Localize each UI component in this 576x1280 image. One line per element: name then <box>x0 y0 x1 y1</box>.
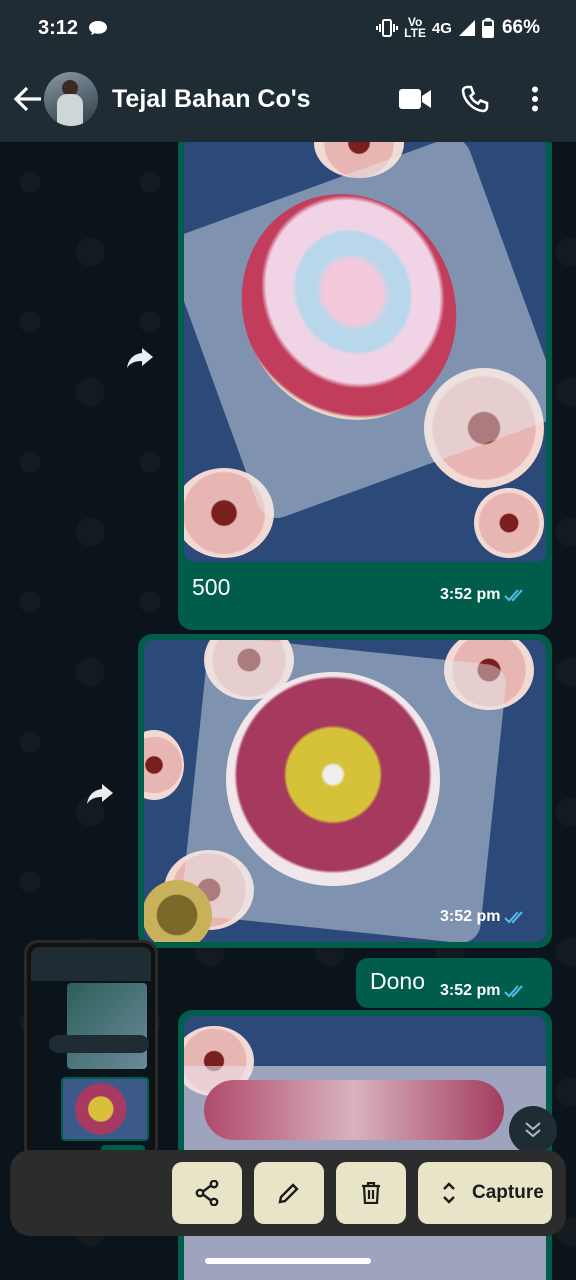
back-button[interactable] <box>8 79 48 119</box>
message-time: 3:52 pm <box>440 586 501 603</box>
vibrate-icon <box>376 19 399 37</box>
edit-button[interactable] <box>254 1162 324 1224</box>
expand-icon <box>443 1182 455 1204</box>
battery-icon <box>481 18 494 38</box>
volte-bottom-label: LTE <box>404 26 426 40</box>
chat-header: Tejal Bahan Co's <box>0 56 576 142</box>
status-time: 3:12 <box>38 16 79 39</box>
edit-icon <box>278 1183 299 1204</box>
forward-button[interactable] <box>80 774 120 814</box>
message-meta: 3:52 pm <box>440 586 528 604</box>
forward-icon <box>127 348 153 368</box>
home-indicator[interactable] <box>205 1258 371 1264</box>
message-image[interactable] <box>184 142 546 562</box>
video-call-icon <box>399 89 431 109</box>
share-icon <box>195 1180 219 1206</box>
message-bubble[interactable]: 500 3:52 pm <box>178 142 552 630</box>
share-button[interactable] <box>172 1162 242 1224</box>
contact-avatar[interactable] <box>44 72 98 126</box>
video-call-button[interactable] <box>392 76 438 122</box>
message-bubble[interactable]: Dono 3:52 pm <box>356 958 552 1008</box>
status-bar: 3:12 Vo LTE 4G 66% <box>0 0 576 56</box>
voice-call-icon <box>461 85 489 113</box>
forward-button[interactable] <box>120 338 160 378</box>
screen: 3:12 Vo LTE 4G 66% Tejal Bahan Co's 500 … <box>0 0 576 1280</box>
message-image[interactable] <box>144 640 546 942</box>
message-time: 3:52 pm <box>440 982 501 999</box>
scroll-to-bottom-button[interactable] <box>509 1106 557 1154</box>
read-ticks-icon <box>504 985 524 998</box>
delete-button[interactable] <box>336 1162 406 1224</box>
capture-button[interactable]: Capture <box>418 1162 552 1224</box>
signal-icon <box>458 20 475 36</box>
delete-icon <box>362 1182 380 1204</box>
message-text: Dono <box>370 968 425 994</box>
more-options-button[interactable] <box>512 76 558 122</box>
more-options-icon <box>532 86 538 112</box>
voice-call-button[interactable] <box>452 76 498 122</box>
message-bubble[interactable] <box>178 1010 552 1280</box>
status-indicators: Vo LTE 4G 66% <box>376 16 540 40</box>
message-caption: 500 <box>192 574 231 600</box>
message-meta: 3:52 pm <box>440 908 528 926</box>
read-ticks-icon <box>504 589 524 602</box>
screenshot-action-bar: Capture <box>10 1150 566 1236</box>
message-bubble[interactable]: 3:52 pm <box>138 634 552 948</box>
back-arrow-icon <box>13 86 41 112</box>
volte-indicator: Vo LTE <box>404 16 426 40</box>
message-meta: 3:52 pm <box>440 982 528 1000</box>
battery-percent: 66% <box>501 17 540 38</box>
header-actions <box>378 76 558 122</box>
message-time: 3:52 pm <box>440 908 501 925</box>
double-chevron-down-icon <box>525 1122 541 1138</box>
contact-name[interactable]: Tejal Bahan Co's <box>112 85 311 114</box>
message-image[interactable] <box>184 1016 546 1280</box>
chat-notification-icon <box>89 21 108 35</box>
ornament <box>226 672 440 886</box>
capture-label: Capture <box>472 1182 544 1203</box>
forward-icon <box>87 784 113 804</box>
read-ticks-icon <box>504 911 524 924</box>
network-type: 4G <box>431 19 452 37</box>
